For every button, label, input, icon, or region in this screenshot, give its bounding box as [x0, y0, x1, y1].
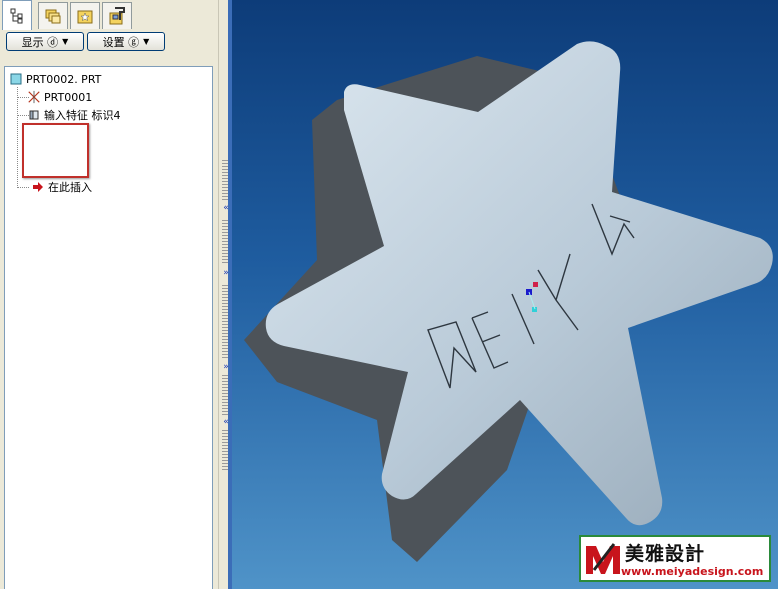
star-part-model: [244, 41, 773, 562]
chevron-down-icon: ▼: [62, 37, 69, 46]
model-tree-icon: [9, 8, 25, 24]
folder-browser-icon: [44, 7, 62, 25]
settings-dropdown-button[interactable]: 设置 ⓖ ▼: [87, 32, 165, 51]
tree-root-label: PRT0002. PRT: [26, 72, 102, 86]
tree-item-label: PRT0001: [44, 90, 93, 104]
tab-folder-browser[interactable]: [38, 2, 68, 29]
tab-connections[interactable]: [102, 2, 132, 29]
tree-item-label: 输入特征 标识4: [44, 109, 121, 122]
insert-here-arrow-icon: [31, 180, 45, 194]
favorites-icon: [76, 7, 94, 25]
part-icon: [9, 72, 23, 86]
tree-item-insert-here[interactable]: 在此插入: [31, 179, 92, 195]
meiya-logo-icon: [586, 543, 620, 574]
tree-item-coordinate-system[interactable]: PRT0001: [27, 89, 92, 105]
watermark-title: 美雅設計: [625, 543, 706, 565]
coordinate-system-icon: [27, 90, 41, 104]
model-tree-panel: 显示 ⓓ ▼ 设置 ⓖ ▼ PRT0002. PRT PRT0001 输入特征 …: [0, 0, 218, 589]
watermark-url: www.meiyadesign.com: [621, 565, 764, 578]
settings-button-label: 设置 ⓖ: [102, 35, 140, 49]
tab-model-tree[interactable]: [2, 0, 32, 30]
tree-connector: [17, 187, 29, 188]
tree-root-item[interactable]: PRT0002. PRT: [9, 71, 101, 87]
connections-icon: [107, 6, 127, 26]
tree-rename-field[interactable]: [22, 123, 89, 178]
tree-connector: [17, 87, 18, 188]
tree-item-import-feature[interactable]: 输入特征 标识4: [27, 107, 121, 123]
navigator-toolbar: 显示 ⓓ ▼ 设置 ⓖ ▼: [0, 30, 218, 52]
tab-favorites[interactable]: [70, 2, 100, 29]
graphics-viewport[interactable]: [232, 0, 778, 589]
display-button-label: 显示 ⓓ: [21, 35, 59, 49]
chevron-down-icon: ▼: [143, 37, 150, 46]
import-feature-icon: [27, 108, 41, 122]
navigator-tab-strip: [0, 0, 218, 30]
display-dropdown-button[interactable]: 显示 ⓓ ▼: [6, 32, 84, 51]
tree-item-label: 在此插入: [48, 181, 92, 194]
watermark-logo: 美雅設計 www.meiyadesign.com: [579, 535, 771, 582]
